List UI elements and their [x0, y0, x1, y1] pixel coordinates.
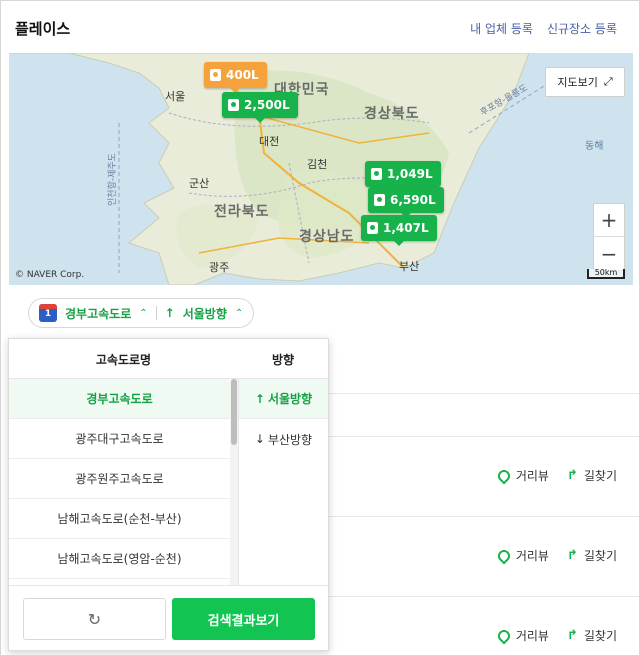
panel-header: 고속도로명 방향 — [9, 339, 328, 379]
map-label-east-sea: 동해 — [585, 141, 604, 152]
directions-button[interactable]: ↱ 길찾기 — [567, 627, 617, 644]
street-view-label: 거리뷰 — [515, 549, 549, 563]
directions-label: 길찾기 — [583, 629, 617, 643]
zoom-in-button[interactable]: + — [594, 204, 624, 237]
street-view-label: 거리뷰 — [515, 469, 549, 483]
place-page: 플레이스 내 업체 등록 신규장소 등록 서울 대한민국 경상북도 대전 김천 … — [0, 0, 640, 656]
marker-label: 400L — [226, 68, 259, 82]
map-scale: 50km — [587, 269, 625, 279]
street-view-button[interactable]: 거리뷰 — [495, 627, 549, 644]
pin-icon — [495, 467, 513, 484]
map-label-gimcheon: 김천 — [307, 158, 328, 171]
up-arrow-icon: ↑ — [254, 391, 265, 406]
direction-column-header: 방향 — [271, 353, 295, 367]
map-label-gyeongbuk: 경상북도 — [364, 106, 420, 122]
marker-label: 2,500L — [244, 98, 290, 112]
refresh-icon: ↻ — [87, 609, 102, 629]
highway-shield-icon — [39, 304, 57, 322]
register-business-link[interactable]: 내 업체 등록 — [470, 20, 533, 37]
scrollbar-thumb[interactable] — [231, 379, 237, 445]
direction-option-busan[interactable]: ↓ 부산방향 — [239, 419, 328, 459]
direction-option-seoul[interactable]: ↑ 서울방향 — [239, 379, 328, 419]
map-view-label: 지도보기 — [557, 76, 598, 89]
direction-list: ↑ 서울방향 ↓ 부산방향 — [238, 379, 328, 585]
expand-icon: ⤢ — [603, 75, 613, 88]
highway-filter-chip[interactable]: 경부고속도로 ⌃ ↑ 서울방향 ⌃ — [28, 298, 255, 328]
map-label-seoul: 서울 — [165, 90, 186, 103]
highway-select-panel: 고속도로명 방향 경부고속도로 광주대구고속도로 광주원주고속도로 남해고속도로… — [8, 338, 329, 651]
directions-button[interactable]: ↱ 길찾기 — [567, 467, 617, 484]
header-links: 내 업체 등록 신규장소 등록 — [470, 20, 617, 37]
map-label-gyeongnam: 경상남도 — [299, 229, 355, 245]
fuel-icon — [210, 69, 221, 81]
highway-option[interactable]: 경부고속도로 — [9, 379, 230, 419]
zoom-out-button[interactable]: − — [594, 237, 624, 270]
fuel-icon — [374, 194, 385, 206]
turn-right-icon: ↱ — [566, 468, 578, 483]
directions-label: 길찾기 — [583, 549, 617, 563]
highway-column-header: 고속도로명 — [95, 353, 152, 367]
turn-right-icon: ↱ — [566, 628, 578, 643]
list-item-actions: 거리뷰 ↱ 길찾기 — [495, 547, 617, 564]
map-label-jeonbuk: 전라북도 — [214, 204, 270, 220]
chevron-up-icon: ⌃ — [234, 307, 244, 319]
highway-list-scrollbar[interactable] — [230, 379, 238, 585]
marker-label: 1,407L — [383, 221, 429, 235]
view-results-button[interactable]: 검색결과보기 — [172, 598, 315, 640]
highway-option[interactable]: 남해고속도로(순천-부산) — [9, 499, 230, 539]
turn-right-icon: ↱ — [566, 548, 578, 563]
map-label-daejeon: 대전 — [259, 135, 280, 148]
map-label-route-west: 인천항-제주도 — [107, 153, 118, 206]
highway-option[interactable]: 광주원주고속도로 — [9, 459, 230, 499]
fuel-marker[interactable]: 6,590L — [368, 187, 444, 218]
direction-label: 부산방향 — [267, 432, 313, 447]
highway-option[interactable]: 남해고속도로(영암-순천) — [9, 539, 230, 579]
map-copyright: © NAVER Corp. — [15, 270, 85, 280]
map-label-gwangju: 광주 — [209, 261, 230, 274]
marker-label: 6,590L — [390, 193, 436, 207]
directions-button[interactable]: ↱ 길찾기 — [567, 547, 617, 564]
map-label-busan: 부산 — [399, 260, 420, 273]
highway-filter-label: 경부고속도로 — [65, 306, 132, 321]
directions-label: 길찾기 — [583, 469, 617, 483]
pin-icon — [495, 627, 513, 644]
zoom-control: + − — [593, 203, 625, 271]
highway-list: 경부고속도로 광주대구고속도로 광주원주고속도로 남해고속도로(순천-부산) 남… — [9, 379, 230, 585]
fuel-marker[interactable]: 1,049L — [365, 161, 441, 192]
page-title: 플레이스 — [15, 20, 71, 38]
register-new-place-link[interactable]: 신규장소 등록 — [547, 20, 617, 37]
fuel-icon — [367, 222, 378, 234]
fuel-marker[interactable]: 400L — [204, 62, 267, 93]
street-view-button[interactable]: 거리뷰 — [495, 547, 549, 564]
street-view-label: 거리뷰 — [515, 629, 549, 643]
pin-icon — [495, 547, 513, 564]
map-label-gunsan: 군산 — [189, 177, 210, 190]
panel-footer: ↻ 검색결과보기 — [9, 585, 328, 650]
fuel-marker[interactable]: 1,407L — [361, 215, 437, 246]
page-header: 플레이스 내 업체 등록 신규장소 등록 — [1, 1, 639, 53]
down-arrow-icon: ↓ — [254, 432, 265, 446]
direction-filter-label: 서울방향 — [182, 306, 227, 321]
fuel-icon — [228, 99, 239, 111]
map-view-button[interactable]: 지도보기 ⤢ — [545, 67, 625, 97]
chip-divider — [155, 306, 157, 320]
up-arrow-icon: ↑ — [164, 306, 175, 320]
fuel-icon — [371, 168, 382, 180]
list-item-actions: 거리뷰 ↱ 길찾기 — [495, 467, 617, 484]
fuel-marker[interactable]: 2,500L — [222, 92, 298, 123]
street-view-button[interactable]: 거리뷰 — [495, 467, 549, 484]
map-view[interactable]: 서울 대한민국 경상북도 대전 김천 군산 전라북도 경상남도 광주 부산 동해… — [9, 53, 633, 285]
highway-option[interactable]: 광주대구고속도로 — [9, 419, 230, 459]
chevron-up-icon: ⌃ — [139, 307, 148, 319]
marker-label: 1,049L — [387, 167, 433, 181]
reset-button[interactable]: ↻ — [23, 598, 166, 640]
list-item-actions: 거리뷰 ↱ 길찾기 — [495, 627, 617, 644]
direction-label: 서울방향 — [267, 392, 313, 406]
